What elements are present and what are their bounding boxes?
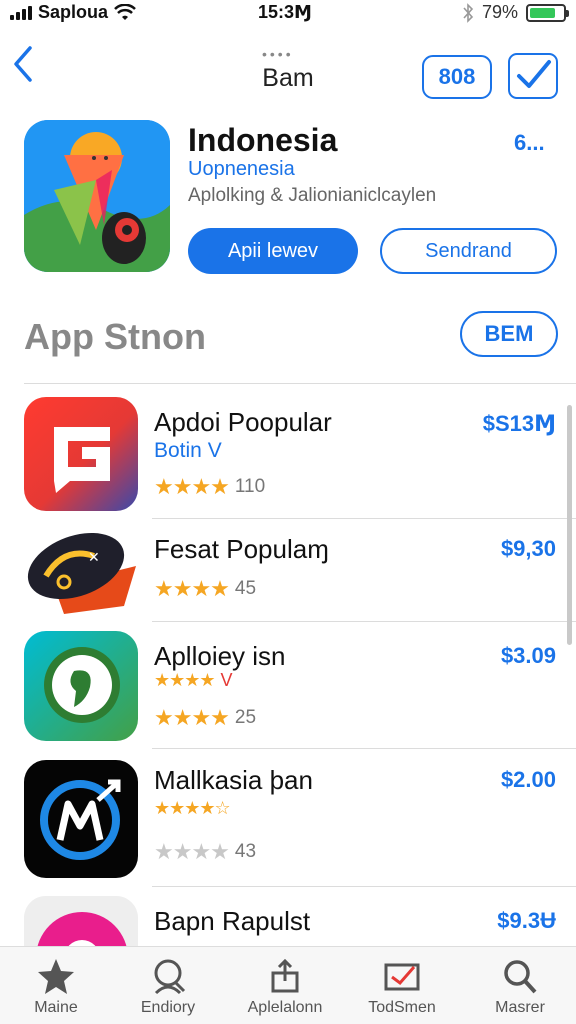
tab-search[interactable]: Masrer xyxy=(464,957,576,1017)
star-rating-icon: ★★★★ xyxy=(154,576,230,601)
row-divider xyxy=(152,621,576,622)
app-name: Bapn Rapulst xyxy=(154,906,311,936)
row-divider xyxy=(152,886,576,887)
battery-fill xyxy=(530,7,556,18)
carrier-label: Saploua xyxy=(38,2,109,22)
more-button[interactable]: 6... xyxy=(514,130,545,156)
secondary-button[interactable]: Sendrand xyxy=(380,228,557,274)
rating: ★★★★ 45 xyxy=(154,576,256,602)
star-rating-icon: ★★★★☆ xyxy=(154,798,231,818)
m-app-artwork xyxy=(24,760,138,878)
sub-rating: ★★★★ V xyxy=(154,670,233,691)
divider xyxy=(24,383,576,384)
navigation-bar: •••• Bam 808 xyxy=(0,40,576,110)
inbox-icon xyxy=(384,963,420,991)
status-right: 79% xyxy=(462,2,569,23)
select-button[interactable] xyxy=(508,53,558,99)
app-name: Fesat Populaɱ xyxy=(154,534,329,564)
list-item[interactable]: ✕ Fesat Populaɱ $9,30 ★★★★ 45 xyxy=(0,520,576,623)
featured-app: Indonesia 6... Uopnenesia Aplolking & Ja… xyxy=(0,118,576,278)
sub-rating: ★★★★☆ xyxy=(154,798,231,819)
rating-count: 110 xyxy=(234,476,266,497)
star-rating-icon: ★★★★ xyxy=(154,670,216,690)
featured-app-icon[interactable] xyxy=(24,120,170,272)
tab-today[interactable]: TodSmen xyxy=(346,957,458,1017)
green-chat-app-icon[interactable] xyxy=(24,631,138,741)
get-app-button[interactable]: Apii lewev xyxy=(188,228,358,274)
rating-count: 45 xyxy=(234,578,257,599)
chat-app-artwork xyxy=(24,631,138,741)
status-time: 15:3Ɱ xyxy=(258,2,312,22)
bluetooth-icon xyxy=(463,2,474,23)
search-icon xyxy=(504,960,537,994)
star-rating-icon: ★★★★ xyxy=(154,839,230,864)
featured-description: Aplolking & Jalionianiclcaylen xyxy=(188,185,437,206)
apps-upload-icon xyxy=(271,958,299,993)
row-divider xyxy=(152,748,576,749)
pink-app-artwork xyxy=(24,896,138,1004)
search-person-icon xyxy=(154,959,186,995)
blue-m-app-icon[interactable] xyxy=(24,760,138,878)
tab-label: Masrer xyxy=(495,999,545,1016)
featured-title: Indonesia xyxy=(188,122,338,158)
star-rating-icon: ★★★★ xyxy=(154,705,230,730)
status-bar: Saploua 15:3Ɱ 79% xyxy=(0,0,576,26)
section-button[interactable]: BEM xyxy=(460,311,558,357)
tab-directory[interactable]: Endiory xyxy=(112,957,224,1017)
app-subtitle: Botin V xyxy=(154,439,222,462)
rating-count: 43 xyxy=(234,841,257,862)
featured-subtitle[interactable]: Uopnenesia xyxy=(188,158,295,181)
tab-bar: Maine Endiory Aplelalonn TodSmen Masrer xyxy=(0,946,576,1024)
app-name: Mallkasia þan xyxy=(154,765,313,795)
app-price[interactable]: $3.09 xyxy=(501,643,556,669)
app-name: Aplloiey isn xyxy=(154,641,286,671)
g-app-icon[interactable] xyxy=(24,397,138,511)
row-divider xyxy=(152,518,576,519)
star-rating-icon: ★★★★ xyxy=(154,474,230,499)
mask-app-artwork: ✕ xyxy=(24,526,138,618)
featured-artwork xyxy=(24,120,170,272)
app-price[interactable]: $9.3Ʉ xyxy=(497,908,556,934)
rating: ★★★★ 43 xyxy=(154,839,256,865)
scrollbar[interactable] xyxy=(567,405,572,645)
wifi-icon xyxy=(114,3,136,20)
app-price[interactable]: $2.00 xyxy=(501,767,556,793)
svg-text:✕: ✕ xyxy=(88,550,100,566)
list-item[interactable]: Aplloiey isn $3.09 ★★★★ V ★★★★ 25 xyxy=(0,623,576,750)
tab-label: Aplelalonn xyxy=(247,999,323,1016)
tab-applications[interactable]: Aplelalonn xyxy=(229,957,341,1017)
app-price[interactable]: $9,30 xyxy=(501,536,556,562)
star-icon xyxy=(38,959,74,994)
list-item[interactable]: Apdoi Poopular $S13Ɱ Botin V ★★★★ 110 xyxy=(0,385,576,520)
app-name: Apdoi Poopular xyxy=(154,407,332,437)
rating-count: 25 xyxy=(234,707,257,728)
dark-mask-app-icon[interactable]: ✕ xyxy=(24,526,138,618)
signal-icon xyxy=(10,5,32,20)
battery-percent: 79% xyxy=(481,2,518,22)
list-item[interactable]: Bapn Rapulst $9.3Ʉ xyxy=(0,888,576,1006)
tab-label: Endiory xyxy=(140,999,196,1016)
tab-home[interactable]: Maine xyxy=(0,957,112,1017)
list-item[interactable]: Mallkasia þan $2.00 ★★★★☆ ★★★★ 43 xyxy=(0,750,576,888)
count-button[interactable]: 808 xyxy=(422,55,492,99)
app-price[interactable]: $S13Ɱ xyxy=(483,411,556,437)
tab-label: TodSmen xyxy=(368,999,436,1016)
g-app-artwork xyxy=(24,397,138,511)
section-title: App Stnon xyxy=(24,316,206,357)
rating: ★★★★ 110 xyxy=(154,474,265,500)
tab-label: Maine xyxy=(34,999,78,1016)
battery-icon xyxy=(526,3,569,22)
rating-suffix: V xyxy=(220,670,233,690)
status-left: Saploua xyxy=(10,2,136,23)
page-dots: •••• xyxy=(262,46,294,62)
checkbox-check-icon xyxy=(517,60,551,88)
rating: ★★★★ 25 xyxy=(154,705,256,731)
